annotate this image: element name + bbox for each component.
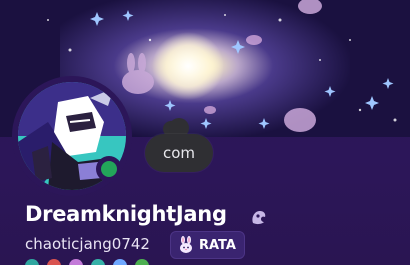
badge-teal-icon[interactable] bbox=[91, 259, 105, 265]
badge-red-icon[interactable] bbox=[47, 259, 61, 265]
profile-card: com DreamknightJang chaoticjang0742 RATA bbox=[0, 0, 410, 265]
online-status-indicator bbox=[96, 156, 122, 182]
server-tag[interactable]: RATA bbox=[170, 231, 245, 259]
nitro-icon[interactable] bbox=[248, 206, 270, 228]
server-tag-label: RATA bbox=[199, 237, 236, 253]
badge-active-developer-icon[interactable] bbox=[25, 259, 39, 265]
bunny-icon bbox=[180, 236, 192, 253]
badges-row bbox=[25, 259, 149, 265]
badge-pink-icon[interactable] bbox=[69, 259, 83, 265]
custom-status-text: com bbox=[145, 134, 213, 172]
badge-blue-icon[interactable] bbox=[113, 259, 127, 265]
display-name[interactable]: DreamknightJang bbox=[25, 202, 227, 226]
username[interactable]: chaoticjang0742 bbox=[25, 235, 150, 253]
badge-green-icon[interactable] bbox=[135, 259, 149, 265]
